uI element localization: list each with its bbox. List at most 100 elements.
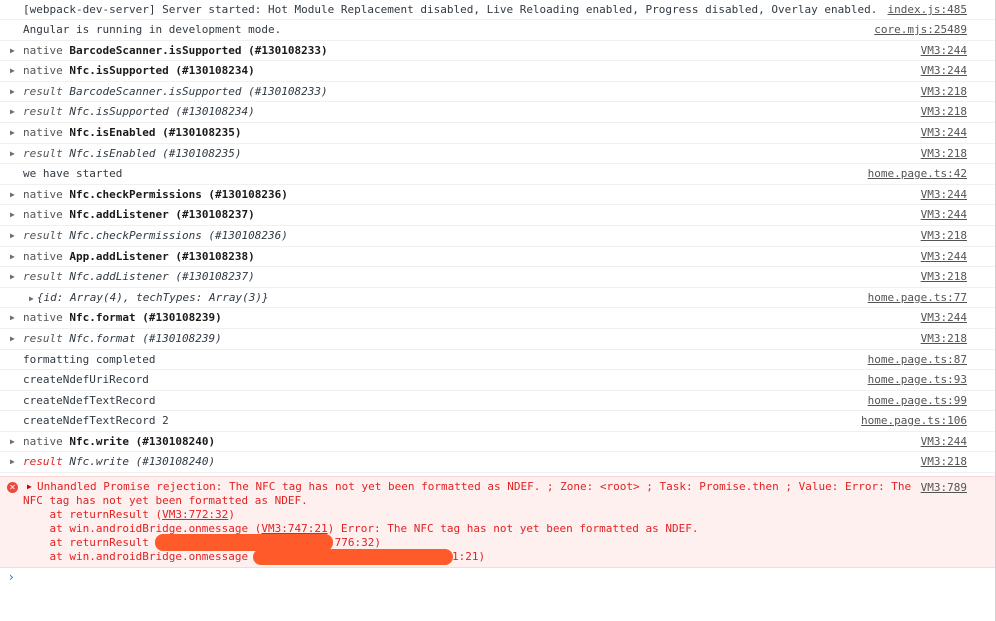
error-message: ✕ ▶ Unhandled Promise rejection: The NFC…: [0, 476, 996, 568]
source-link[interactable]: VM3:244: [921, 205, 967, 225]
log-row: ▶ result Nfc.write (#130108240) VM3:218: [0, 452, 996, 474]
expand-triangle-icon[interactable]: ▶: [10, 267, 15, 287]
source-link[interactable]: home.page.ts:93: [868, 370, 967, 390]
source-link[interactable]: VM3:218: [921, 329, 967, 349]
source-link[interactable]: home.page.ts:42: [868, 164, 967, 184]
source-link[interactable]: VM3:244: [921, 308, 967, 328]
expand-triangle-icon[interactable]: ▶: [10, 205, 15, 225]
expand-triangle-icon[interactable]: ▶: [10, 452, 15, 472]
log-message: createNdefTextRecord 2: [23, 414, 169, 428]
log-message: createNdefTextRecord: [23, 393, 156, 407]
source-link[interactable]: home.page.ts:87: [868, 350, 967, 370]
log-row: createNdefTextRecord home.page.ts:99: [0, 391, 996, 412]
log-row: ▶ result Nfc.isEnabled (#130108235) VM3:21…: [0, 144, 996, 165]
log-row: Angular is running in development mode. c…: [0, 20, 996, 41]
log-row: ▶ native App.addListener (#130108238) VM3:…: [0, 247, 996, 268]
log-message: Angular is running in development mode.: [23, 23, 282, 36]
log-message: result Nfc.format (#130108239): [23, 331, 222, 345]
log-message: createNdefUriRecord: [23, 373, 149, 387]
source-link[interactable]: home.page.ts:77: [868, 288, 967, 308]
log-message: result Nfc.isSupported (#130108234): [23, 105, 255, 119]
source-link[interactable]: VM3:244: [921, 123, 967, 143]
log-message: native Nfc.addListener (#130108237): [23, 208, 255, 222]
log-row: ▶ native Nfc.checkPermissions (#130108236…: [0, 185, 996, 206]
log-row: ▶ result Nfc.checkPermissions (#130108236…: [0, 226, 996, 247]
expand-triangle-icon[interactable]: ▶: [10, 329, 15, 349]
source-link[interactable]: VM3:218: [921, 267, 967, 287]
log-row: ▶ native Nfc.addListener (#130108237) VM3:…: [0, 205, 996, 226]
source-link[interactable]: VM3:244: [921, 432, 967, 452]
log-row: ▶ {id: Array(4), techTypes: Array(3)} home…: [0, 288, 996, 309]
stack-line-2: at win.androidBridge.onmessage (VM3:747:…: [23, 522, 699, 535]
log-message: result BarcodeScanner.isSupported (#1301…: [23, 84, 328, 98]
log-message: result Nfc.write (#130108240): [23, 455, 216, 469]
expand-triangle-icon[interactable]: ▶: [10, 144, 15, 164]
log-message: native Nfc.isEnabled (#130108235): [23, 125, 242, 139]
log-row: formatting completed home.page.ts:87: [0, 350, 996, 371]
log-row: ▶ native BarcodeScanner.isSupported (#130…: [0, 41, 996, 62]
source-link[interactable]: VM3:789: [921, 481, 967, 495]
log-message: result Nfc.addListener (#130108237): [23, 270, 255, 284]
log-row: createNdefTextRecord 2 home.page.ts:106: [0, 411, 996, 432]
stack-line-1: at returnResult (VM3:772:32): [23, 508, 235, 521]
log-message: ▶ {id: Array(4), techTypes: Array(3)}: [29, 290, 269, 304]
expand-triangle-icon[interactable]: ▶: [29, 294, 34, 303]
source-link[interactable]: VM3:244: [921, 41, 967, 61]
expand-triangle-icon[interactable]: ▶: [10, 61, 15, 81]
log-message: [webpack-dev-server] Server started: Hot…: [23, 3, 878, 16]
expand-triangle-icon[interactable]: ▶: [10, 123, 15, 143]
redaction-mark: [253, 549, 453, 565]
expand-triangle-icon[interactable]: ▶: [10, 432, 15, 452]
stack-line-3-tail: :776:32): [328, 536, 381, 549]
expand-triangle-icon[interactable]: ▶: [10, 41, 15, 61]
source-link[interactable]: VM3:218: [921, 226, 967, 246]
log-row: ▶ result Nfc.format (#130108239) VM3:218: [0, 329, 996, 350]
log-row: ▶ result BarcodeScanner.isSupported (#130…: [0, 82, 996, 103]
stack-line-4: at win.androidBridge.onmessage: [23, 550, 249, 563]
source-link[interactable]: VM3:218: [921, 144, 967, 164]
source-link[interactable]: core.mjs:25489: [874, 20, 967, 40]
source-link[interactable]: VM3:218: [921, 102, 967, 122]
error-icon: ✕: [7, 482, 18, 493]
expand-triangle-icon[interactable]: ▶: [10, 226, 15, 246]
source-link[interactable]: VM3:244: [921, 185, 967, 205]
source-link[interactable]: index.js:485: [888, 0, 967, 20]
log-row: ▶ result Nfc.isSupported (#130108234) VM3:…: [0, 102, 996, 123]
console-prompt-icon[interactable]: ›: [9, 570, 14, 584]
error-line-1: Unhandled Promise rejection: The NFC tag…: [37, 480, 912, 493]
log-message: native BarcodeScanner.isSupported (#1301…: [23, 43, 328, 57]
log-row: [webpack-dev-server] Server started: Hot…: [0, 0, 996, 20]
expand-triangle-icon[interactable]: ▶: [10, 247, 15, 267]
log-row: ▶ native Nfc.write (#130108240) VM3:244: [0, 432, 996, 453]
source-link[interactable]: VM3:244: [921, 61, 967, 81]
log-row: ▶ native Nfc.isSupported (#130108234) VM3:…: [0, 61, 996, 82]
expand-triangle-icon[interactable]: ▶: [27, 482, 32, 491]
expand-triangle-icon[interactable]: ▶: [10, 308, 15, 328]
expand-triangle-icon[interactable]: ▶: [10, 82, 15, 102]
stack-line-3: at returnResult: [23, 536, 149, 549]
log-row: we have started home.page.ts:42: [0, 164, 996, 185]
log-row: createNdefUriRecord home.page.ts:93: [0, 370, 996, 391]
source-link[interactable]: VM3:244: [921, 247, 967, 267]
log-row: ▶ result Nfc.addListener (#130108237) VM3:…: [0, 267, 996, 288]
error-line-2: NFC tag has not yet been formatted as ND…: [23, 494, 308, 507]
stack-line-4-tail: 1:21): [452, 550, 486, 563]
source-link[interactable]: home.page.ts:106: [861, 411, 967, 431]
log-message: native Nfc.checkPermissions (#130108236): [23, 187, 288, 201]
log-message: native Nfc.write (#130108240): [23, 434, 216, 448]
expand-triangle-icon[interactable]: ▶: [10, 185, 15, 205]
log-message: native App.addListener (#130108238): [23, 249, 255, 263]
source-link[interactable]: VM3:218: [921, 82, 967, 102]
stack-link[interactable]: VM3:772:32: [162, 508, 228, 521]
log-message: formatting completed: [23, 352, 156, 366]
log-message: native Nfc.isSupported (#130108234): [23, 64, 255, 78]
log-message: we have started: [23, 167, 123, 181]
log-row: ▶ native Nfc.isEnabled (#130108235) VM3:24…: [0, 123, 996, 144]
log-message: result Nfc.checkPermissions (#130108236): [23, 228, 288, 242]
source-link[interactable]: VM3:218: [921, 452, 967, 472]
log-message: result Nfc.isEnabled (#130108235): [23, 146, 242, 160]
expand-triangle-icon[interactable]: ▶: [10, 102, 15, 122]
log-message: native Nfc.format (#130108239): [23, 311, 222, 325]
source-link[interactable]: home.page.ts:99: [868, 391, 967, 411]
log-row: ▶ native Nfc.format (#130108239) VM3:244: [0, 308, 996, 329]
